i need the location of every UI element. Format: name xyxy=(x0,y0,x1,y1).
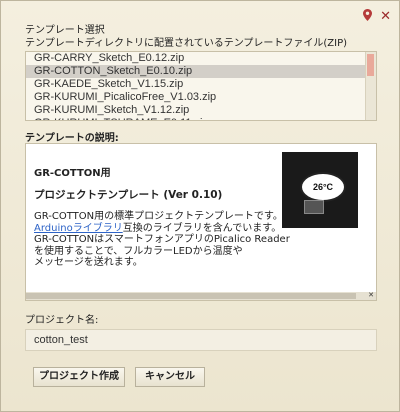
board-image xyxy=(304,200,324,214)
description-line-rest: 互換のライブラリを含んでいます。 xyxy=(122,222,282,234)
file-list-scrollbar[interactable] xyxy=(365,52,376,120)
hscroll-thumb[interactable] xyxy=(26,293,356,299)
description-hscrollbar[interactable]: ✕ xyxy=(26,291,376,300)
file-list-item[interactable]: GR-KURUMI_TSURAME_E0.11.zip xyxy=(26,117,366,120)
cancel-button[interactable]: キャンセル xyxy=(135,367,205,387)
window-controls: ✕ xyxy=(363,9,391,24)
close-icon[interactable]: ✕ xyxy=(380,10,391,23)
file-list-item[interactable]: GR-CARRY_Sketch_E0.12.zip xyxy=(26,52,366,65)
description-title: GR-COTTON用 xyxy=(34,168,111,179)
template-directory-label: テンプレートディレクトリに配置されているテンプレートファイル(ZIP) xyxy=(25,38,348,49)
description-line: Arduinoライブラリ互換のライブラリを含んでいます。 xyxy=(34,223,294,235)
file-list-item[interactable]: GR-KURUMI_Sketch_V1.12.zip xyxy=(26,104,366,117)
file-list-item[interactable]: GR-KAEDE_Sketch_V1.15.zip xyxy=(26,78,366,91)
description-line: メッセージを送れます。 xyxy=(34,257,143,268)
description-panel: GR-COTTON用 プロジェクトテンプレート (Ver 0.10) GR-CO… xyxy=(25,143,377,301)
arduino-library-link[interactable]: Arduinoライブラリ xyxy=(34,223,123,234)
close-icon[interactable]: ✕ xyxy=(366,291,376,300)
description-line: GR-COTTON用の標準プロジェクトテンプレートです。 xyxy=(34,211,283,222)
description-label: テンプレートの説明: xyxy=(25,133,119,144)
template-file-list[interactable]: GR-CARRY_Sketch_E0.12.zip GR-COTTON_Sketc… xyxy=(25,51,377,121)
create-project-button[interactable]: プロジェクト作成 xyxy=(33,367,125,387)
template-dialog: ✕ テンプレート選択 テンプレートディレクトリに配置されているテンプレートファイ… xyxy=(0,0,400,412)
description-subtitle: プロジェクトテンプレート (Ver 0.10) xyxy=(34,189,223,201)
project-name-label: プロジェクト名: xyxy=(25,315,99,326)
temperature-bubble: 26°C xyxy=(300,172,346,202)
description-body: GR-COTTON用の標準プロジェクトテンプレートです。 Arduinoライブラ… xyxy=(34,211,294,269)
file-list-item[interactable]: GR-KURUMI_PicalicoFree_V1.03.zip xyxy=(26,91,366,104)
scrollbar-thumb[interactable] xyxy=(367,54,374,76)
project-name-input[interactable] xyxy=(25,329,377,351)
file-list-items: GR-CARRY_Sketch_E0.12.zip GR-COTTON_Sketc… xyxy=(26,52,366,120)
description-line: GR-COTTONはスマートフォンアプリのPicalico Reader xyxy=(34,234,290,245)
location-pin-icon[interactable] xyxy=(363,9,373,24)
file-list-item[interactable]: GR-COTTON_Sketch_E0.10.zip xyxy=(26,65,366,78)
board-photo: 26°C xyxy=(282,152,358,228)
description-line: を使用することで、フルカラーLEDから温度や xyxy=(34,245,243,257)
